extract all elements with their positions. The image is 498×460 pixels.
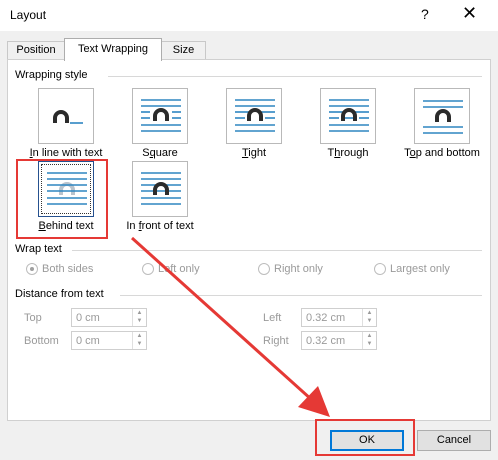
tight-wrap-icon: [226, 88, 282, 144]
top-distance-spinner[interactable]: ▲▼: [71, 308, 147, 327]
tab-size[interactable]: Size: [161, 41, 206, 60]
distance-heading: Distance from text: [15, 288, 108, 300]
annotation-highlight-behind-text: [16, 159, 108, 239]
wrap-option-tight[interactable]: Tight: [204, 88, 304, 159]
bottom-distance-spinner[interactable]: ▲▼: [71, 331, 147, 350]
spin-up-icon[interactable]: ▲: [363, 332, 376, 340]
through-wrap-icon: [320, 88, 376, 144]
spin-up-icon[interactable]: ▲: [133, 309, 146, 317]
spin-up-icon[interactable]: ▲: [363, 309, 376, 317]
in-front-of-text-wrap-icon: [132, 161, 188, 217]
left-distance-input[interactable]: [302, 309, 360, 326]
cancel-button[interactable]: Cancel: [417, 430, 491, 451]
title-bar: Layout ? ✕: [0, 0, 498, 31]
square-wrap-icon: [132, 88, 188, 144]
tab-panel: Wrapping style In line with text Square …: [7, 59, 491, 421]
spin-down-icon[interactable]: ▼: [363, 340, 376, 348]
radio-left-only[interactable]: Left only: [142, 263, 200, 275]
wrap-option-square[interactable]: Square: [110, 88, 210, 159]
top-distance-input[interactable]: [72, 309, 130, 326]
spin-up-icon[interactable]: ▲: [133, 332, 146, 340]
help-icon[interactable]: ?: [421, 6, 429, 22]
right-label: Right: [263, 335, 289, 347]
tab-text-wrapping[interactable]: Text Wrapping: [64, 38, 162, 61]
bottom-distance-input[interactable]: [72, 332, 130, 349]
left-label: Left: [263, 312, 282, 324]
spin-down-icon[interactable]: ▼: [133, 317, 146, 325]
wrap-option-top-and-bottom[interactable]: Top and bottom: [392, 88, 492, 159]
tab-position[interactable]: Position: [7, 41, 65, 60]
right-distance-input[interactable]: [302, 332, 360, 349]
radio-right-only[interactable]: Right only: [258, 263, 323, 275]
spin-down-icon[interactable]: ▼: [133, 340, 146, 348]
section-divider: [120, 295, 482, 296]
close-icon[interactable]: ✕: [462, 4, 477, 22]
wrap-option-through[interactable]: Through: [298, 88, 398, 159]
spin-down-icon[interactable]: ▼: [363, 317, 376, 325]
bottom-label: Bottom: [24, 335, 59, 347]
window-title: Layout: [10, 8, 47, 22]
inline-wrap-icon: [38, 88, 94, 144]
wrap-option-in-front-of-text[interactable]: In front of text: [110, 161, 210, 232]
top-label: Top: [24, 312, 42, 324]
radio-both-sides[interactable]: Both sides: [26, 263, 93, 275]
left-distance-spinner[interactable]: ▲▼: [301, 308, 377, 327]
wrap-text-heading: Wrap text: [15, 243, 66, 255]
wrapping-style-heading: Wrapping style: [15, 69, 92, 81]
annotation-highlight-ok: [315, 419, 415, 456]
wrap-option-inline[interactable]: In line with text: [16, 88, 116, 159]
right-distance-spinner[interactable]: ▲▼: [301, 331, 377, 350]
section-divider: [108, 76, 482, 77]
radio-largest-only[interactable]: Largest only: [374, 263, 450, 275]
top-bottom-wrap-icon: [414, 88, 470, 144]
section-divider: [72, 250, 482, 251]
